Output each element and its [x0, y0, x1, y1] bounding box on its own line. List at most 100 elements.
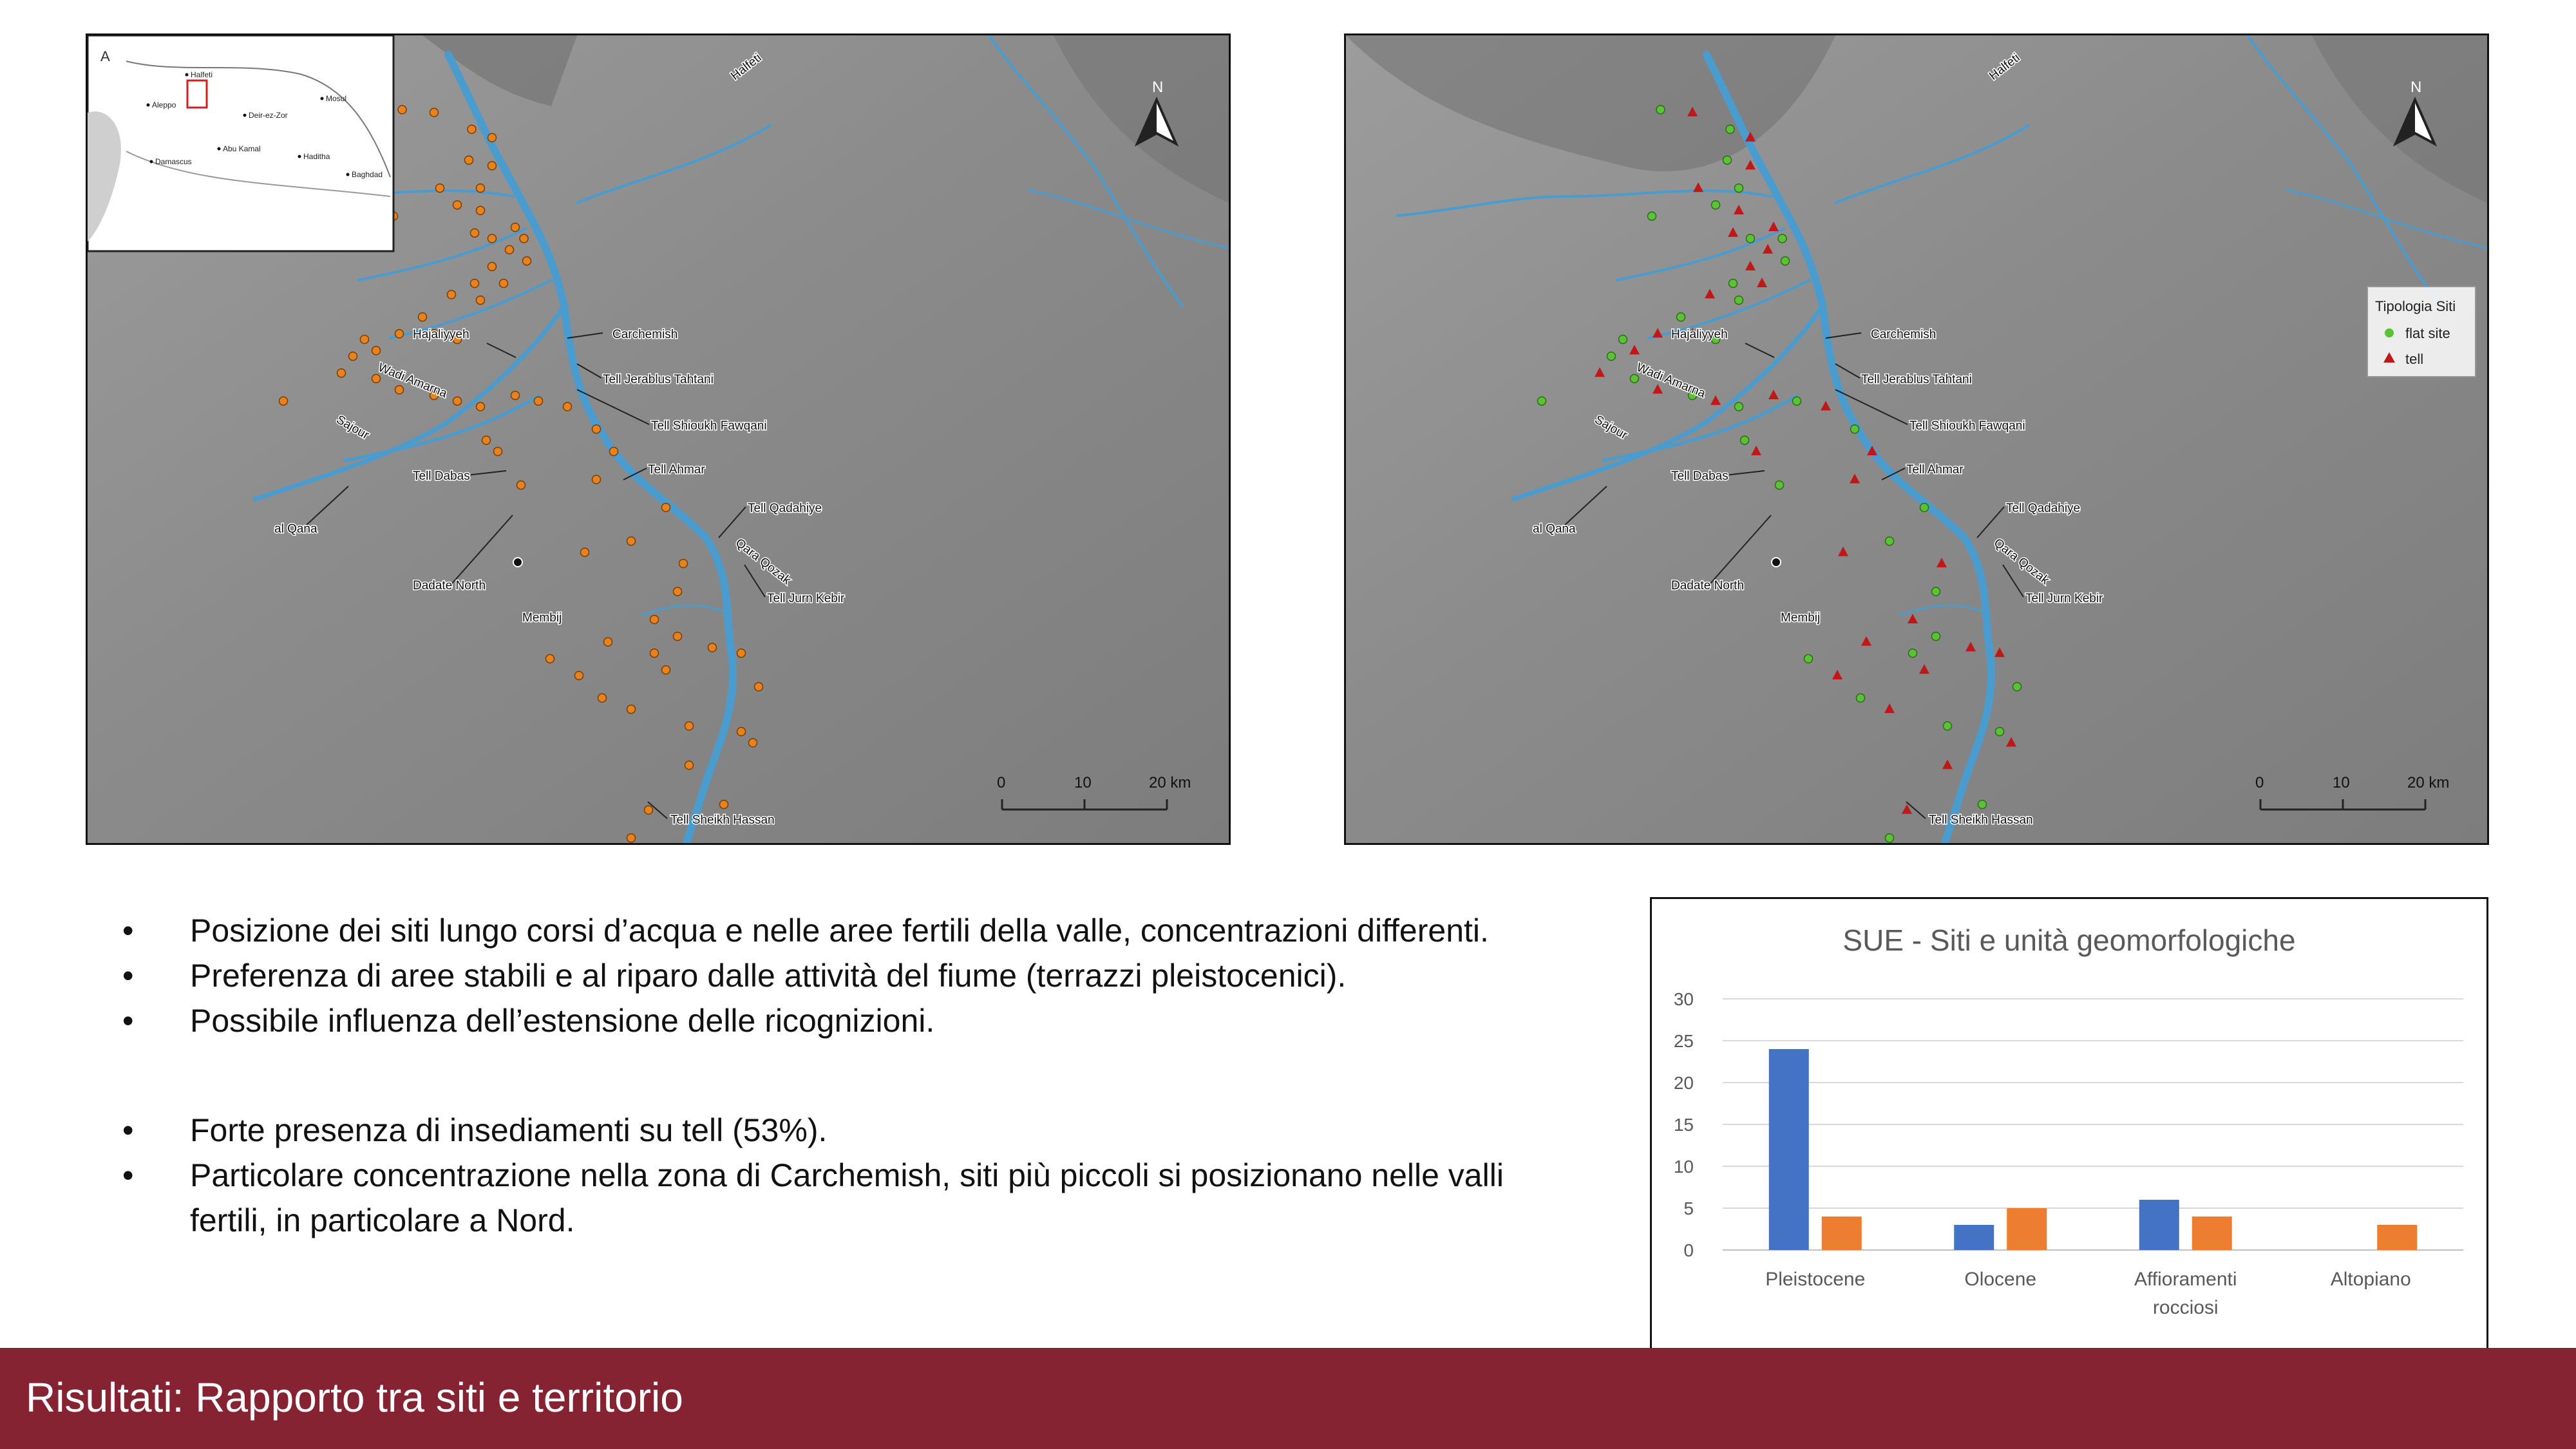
site-marker [736, 726, 746, 737]
site-marker [591, 475, 601, 484]
site-marker [394, 329, 404, 339]
scale-label-20: 20 km [1149, 774, 1191, 791]
flat-site-marker [1780, 256, 1790, 266]
inset-city-marker [217, 147, 221, 151]
y-tick-label: 30 [1674, 989, 1694, 1009]
site-marker [464, 155, 474, 165]
y-tick-label: 10 [1674, 1157, 1694, 1177]
map-label-jurn-kebir: Tell Jurn Kebir [767, 592, 845, 605]
bullet-spacer [122, 1043, 1571, 1108]
bar-fluviali [2139, 1200, 2179, 1250]
footer-bar: Risultati: Rapporto tra siti e territori… [0, 1348, 2576, 1449]
flat-site-marker [1734, 402, 1744, 412]
bar-interni [2377, 1225, 2418, 1250]
site-marker [452, 396, 462, 406]
site-marker [417, 312, 428, 322]
site-marker [626, 833, 636, 843]
membij-city-marker [1771, 557, 1781, 567]
map-left-canvas: Halfeti Carchemish Hajaliyyeh Tell Jerablus… [88, 35, 1229, 843]
site-map-right: Halfeti Carchemish Hajaliyyeh Tell Jerablus… [1344, 33, 2489, 845]
site-marker [719, 799, 729, 810]
map-label-dadate: Dadate North [413, 579, 486, 592]
flat-site-marker [1618, 334, 1628, 345]
inset-city-marker [185, 73, 189, 77]
site-marker [609, 446, 619, 457]
flat-site-marker [1647, 211, 1657, 221]
inset-city-label: Damascus [155, 157, 192, 166]
map-legend: Tipologia Siti flat site tell [2367, 286, 2476, 377]
site-marker [545, 654, 555, 664]
bar-fluviali [1954, 1225, 1994, 1250]
scale-label-10: 10 [2333, 774, 2350, 791]
site-marker [684, 721, 694, 731]
inset-map: A Halfeti Aleppo Deir-ez-Zor Mosul Abu Kamal… [88, 35, 395, 252]
site-marker [446, 290, 457, 299]
inset-city-label: Deir-ez-Zor [249, 111, 288, 120]
y-tick-label: 15 [1674, 1115, 1694, 1135]
terrain-background [1346, 35, 2487, 843]
site-marker [707, 643, 717, 652]
legend-flat-site-label: flat site [2405, 325, 2450, 341]
inset-city-label: Abu Kamal [223, 144, 261, 153]
flat-site-marker [1739, 435, 1750, 445]
inset-city-marker [146, 103, 150, 107]
site-marker [475, 183, 486, 193]
site-marker [475, 402, 486, 412]
flat-site-marker [1745, 234, 1756, 243]
inset-city-marker [243, 113, 247, 117]
bullet-item: Forte presenza di insediamenti su tell (… [122, 1108, 1571, 1153]
flat-site-marker [2012, 682, 2022, 692]
site-marker [736, 648, 746, 658]
findings-list: Posizione dei siti lungo corsi d’acqua e… [122, 908, 1571, 1243]
map-label-dabas: Tell Dabas [413, 469, 470, 483]
bar-chart-panel: SUE - Siti e unità geomorfologiche 0 5 10 1… [1650, 897, 2488, 1399]
flat-site-marker [1722, 155, 1732, 165]
flat-site-marker [1676, 312, 1686, 322]
x-tick-label: Altopiano [2331, 1269, 2411, 1290]
site-marker [597, 693, 607, 703]
map-right-canvas: HalfetiCarchemishHajaliyyehTell Jerablus… [1346, 35, 2487, 843]
flat-site-marker [1777, 234, 1787, 243]
site-marker [487, 161, 497, 171]
bullet-item: Possibile influenza dell’estensione dell… [122, 998, 1571, 1043]
bar-interni [2007, 1208, 2047, 1250]
site-marker [371, 346, 381, 355]
flat-site-marker [1537, 396, 1547, 406]
flat-site-marker [1725, 124, 1735, 134]
site-marker [516, 480, 526, 490]
map-label-carchemish: Carchemish [1871, 328, 1936, 341]
flat-site-marker [1908, 648, 1918, 658]
site-marker [487, 133, 497, 143]
map-label-hajaliyyeh: Hajaliyyeh [413, 328, 469, 341]
site-marker [643, 805, 654, 815]
legend-flat-site-marker [2385, 328, 2394, 337]
map-label-dabas: Tell Dabas [1671, 469, 1728, 483]
footer-title: Risultati: Rapporto tra siti e territori… [26, 1374, 683, 1421]
flat-site-marker [1850, 424, 1860, 434]
site-marker [394, 385, 404, 395]
inset-city-marker [346, 173, 350, 176]
north-label: N [1152, 79, 1163, 96]
site-marker [469, 228, 480, 238]
y-tick-label: 20 [1674, 1073, 1694, 1093]
flat-site-marker [1884, 833, 1895, 843]
map-label-shioukh: Tell Shioukh Fawqani [651, 419, 767, 433]
site-marker [504, 245, 515, 255]
bar-chart: SUE - Siti e unità geomorfologiche 0 5 10 1… [1674, 923, 2463, 1365]
site-marker [481, 435, 491, 445]
map-label-carchemish: Carchemish [612, 328, 677, 341]
map-label-al-qana: al Qana [1533, 522, 1576, 536]
inset-city-marker [149, 160, 153, 164]
inset-letter: A [100, 48, 110, 64]
site-marker [487, 261, 497, 272]
map-label-shioukh: Tell Shioukh Fawqani [1909, 419, 2025, 433]
map-label-hajaliyyeh: Hajaliyyeh [1671, 328, 1728, 341]
inset-city-label: Mosul [326, 94, 346, 103]
map-label-membij: Membij [1781, 611, 1820, 625]
site-marker [475, 295, 486, 305]
site-marker [626, 704, 636, 714]
map-label-jurn-kebir: Tell Jurn Kebir [2025, 592, 2103, 605]
site-marker [562, 402, 573, 412]
x-tick-label: Olocene [1964, 1269, 2036, 1290]
flat-site-marker [1734, 295, 1744, 305]
